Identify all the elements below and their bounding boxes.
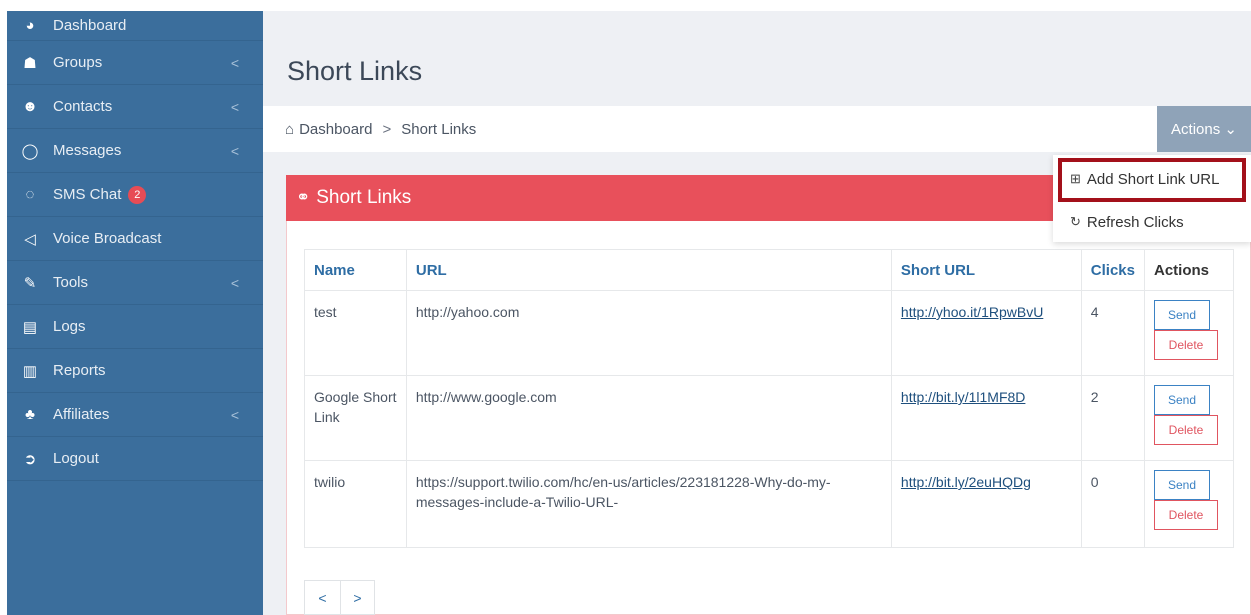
delete-button[interactable]: Delete (1154, 330, 1218, 360)
sidebar-item-affiliates[interactable]: ♣ Affiliates < (7, 393, 263, 437)
menu-item-label: Add Short Link URL (1086, 170, 1220, 188)
cell-url: http://www.google.com (405, 375, 892, 461)
unread-count-badge: 2 (128, 185, 147, 204)
sidebar-item-label: Messages (53, 142, 122, 159)
sidebar-item-messages[interactable]: ◯ Messages < (7, 129, 263, 173)
cell-short-url: http://yhoo.it/1RpwBvU (890, 290, 1082, 376)
sidebar-item-label: Logs (53, 318, 86, 335)
sidebar-item-sms-chat[interactable]: ◌ SMS Chat 2 (7, 173, 263, 217)
actions-dropdown-menu: ⊞ Add Short Link URL ↻ Refresh Clicks (1053, 155, 1251, 242)
cell-clicks: 2 (1080, 375, 1146, 461)
cell-name: Google Short Link (304, 375, 407, 461)
sidebar-item-label: Contacts (53, 98, 113, 115)
send-button[interactable]: Send (1154, 470, 1210, 500)
column-header-url[interactable]: URL (405, 249, 892, 291)
short-url-link[interactable]: http://bit.ly/2euHQDg (901, 474, 1031, 490)
sidebar-item-label: Logout (53, 450, 99, 467)
table-row: test http://yahoo.com http://yhoo.it/1Rp… (304, 290, 1234, 376)
bar-chart-icon: ▥ (22, 362, 38, 380)
short-url-link[interactable]: http://bit.ly/1l1MF8D (901, 389, 1026, 405)
cell-clicks: 4 (1080, 290, 1146, 376)
sidebar-item-label: Groups (53, 54, 103, 71)
table-header-row: Name URL Short URL Clicks Actions (304, 249, 1234, 291)
send-button[interactable]: Send (1154, 300, 1210, 330)
sidebar-item-label: Tools (53, 274, 89, 291)
delete-button[interactable]: Delete (1154, 500, 1218, 530)
chat-icon: ◌ (25, 186, 35, 203)
home-icon: ⌂ (285, 120, 295, 138)
chevron-left-icon: < (230, 142, 239, 159)
cell-clicks: 0 (1080, 460, 1146, 548)
breadcrumb: ⌂ Dashboard > Short Links (263, 106, 1251, 152)
breadcrumb-separator: > (382, 120, 392, 138)
next-page-button[interactable]: > (341, 580, 375, 615)
column-header-clicks[interactable]: Clicks (1080, 249, 1146, 291)
sitemap-icon: ♣ (25, 406, 35, 423)
sidebar-item-reports[interactable]: ▥ Reports (7, 349, 263, 393)
dashboard-icon: ◕ (25, 17, 35, 34)
actions-dropdown-button[interactable]: Actions ⌄ (1157, 106, 1251, 152)
page-title: Short Links (287, 56, 423, 86)
chevron-left-icon: < (230, 406, 239, 423)
cell-short-url: http://bit.ly/1l1MF8D (890, 375, 1082, 461)
column-header-actions: Actions (1144, 249, 1234, 291)
document-icon: ▤ (22, 318, 38, 336)
sidebar-item-label: Dashboard (53, 17, 127, 34)
breadcrumb-home-link[interactable]: Dashboard (299, 121, 372, 138)
sidebar-item-logs[interactable]: ▤ Logs (7, 305, 263, 349)
add-short-link-menu-item[interactable]: ⊞ Add Short Link URL (1053, 161, 1251, 197)
short-url-link[interactable]: http://yhoo.it/1RpwBvU (901, 304, 1043, 320)
wrench-icon: ✎ (23, 274, 37, 292)
sidebar-item-groups[interactable]: ☗ Groups < (7, 41, 263, 85)
cell-url: https://support.twilio.com/hc/en-us/arti… (405, 460, 892, 548)
panel-title: Short Links (316, 187, 412, 208)
refresh-icon: ↻ (1070, 214, 1081, 229)
plus-square-icon: ⊞ (1070, 171, 1081, 186)
cell-short-url: http://bit.ly/2euHQDg (890, 460, 1082, 548)
cell-url: http://yahoo.com (405, 290, 892, 376)
megaphone-icon: ◁ (24, 230, 36, 248)
cell-actions: Send Delete (1144, 460, 1234, 548)
cell-actions: Send Delete (1144, 290, 1234, 376)
send-button[interactable]: Send (1154, 385, 1210, 415)
sidebar-item-label: Reports (53, 362, 106, 379)
cell-name: test (304, 290, 407, 376)
column-header-name[interactable]: Name (304, 249, 407, 291)
breadcrumb-current: Short Links (401, 120, 477, 138)
groups-icon: ☗ (23, 54, 37, 72)
contact-icon: ☻ (22, 98, 38, 115)
logout-icon: ➲ (23, 450, 37, 468)
column-header-short-url[interactable]: Short URL (890, 249, 1082, 291)
chevron-left-icon: < (230, 54, 239, 71)
sidebar-item-voice-broadcast[interactable]: ◁ Voice Broadcast (7, 217, 263, 261)
table-row: twilio https://support.twilio.com/hc/en-… (304, 460, 1234, 548)
menu-item-label: Refresh Clicks (1086, 213, 1184, 231)
sidebar-item-tools[interactable]: ✎ Tools < (7, 261, 263, 305)
short-links-table: Name URL Short URL Clicks Actions test h… (304, 249, 1234, 548)
sidebar: ◕ Dashboard ☗ Groups < ☻ Contacts < ◯ Me… (7, 11, 263, 615)
sidebar-item-label: Affiliates (53, 406, 110, 423)
chevron-left-icon: < (230, 98, 239, 115)
sidebar-item-label: Voice Broadcast (53, 230, 162, 247)
cell-actions: Send Delete (1144, 375, 1234, 461)
previous-page-button[interactable]: < (304, 580, 341, 615)
chevron-left-icon: < (230, 274, 239, 291)
pagination: < > (304, 580, 375, 615)
sidebar-item-label: SMS Chat (53, 186, 122, 203)
delete-button[interactable]: Delete (1154, 415, 1218, 445)
sidebar-item-contacts[interactable]: ☻ Contacts < (7, 85, 263, 129)
table-row: Google Short Link http://www.google.com … (304, 375, 1234, 461)
link-icon: ⚭ (296, 188, 311, 207)
sidebar-item-dashboard[interactable]: ◕ Dashboard (7, 11, 263, 41)
refresh-clicks-menu-item[interactable]: ↻ Refresh Clicks (1053, 207, 1251, 237)
sidebar-item-logout[interactable]: ➲ Logout (7, 437, 263, 481)
cell-name: twilio (304, 460, 407, 548)
speech-bubble-icon: ◯ (21, 142, 39, 160)
